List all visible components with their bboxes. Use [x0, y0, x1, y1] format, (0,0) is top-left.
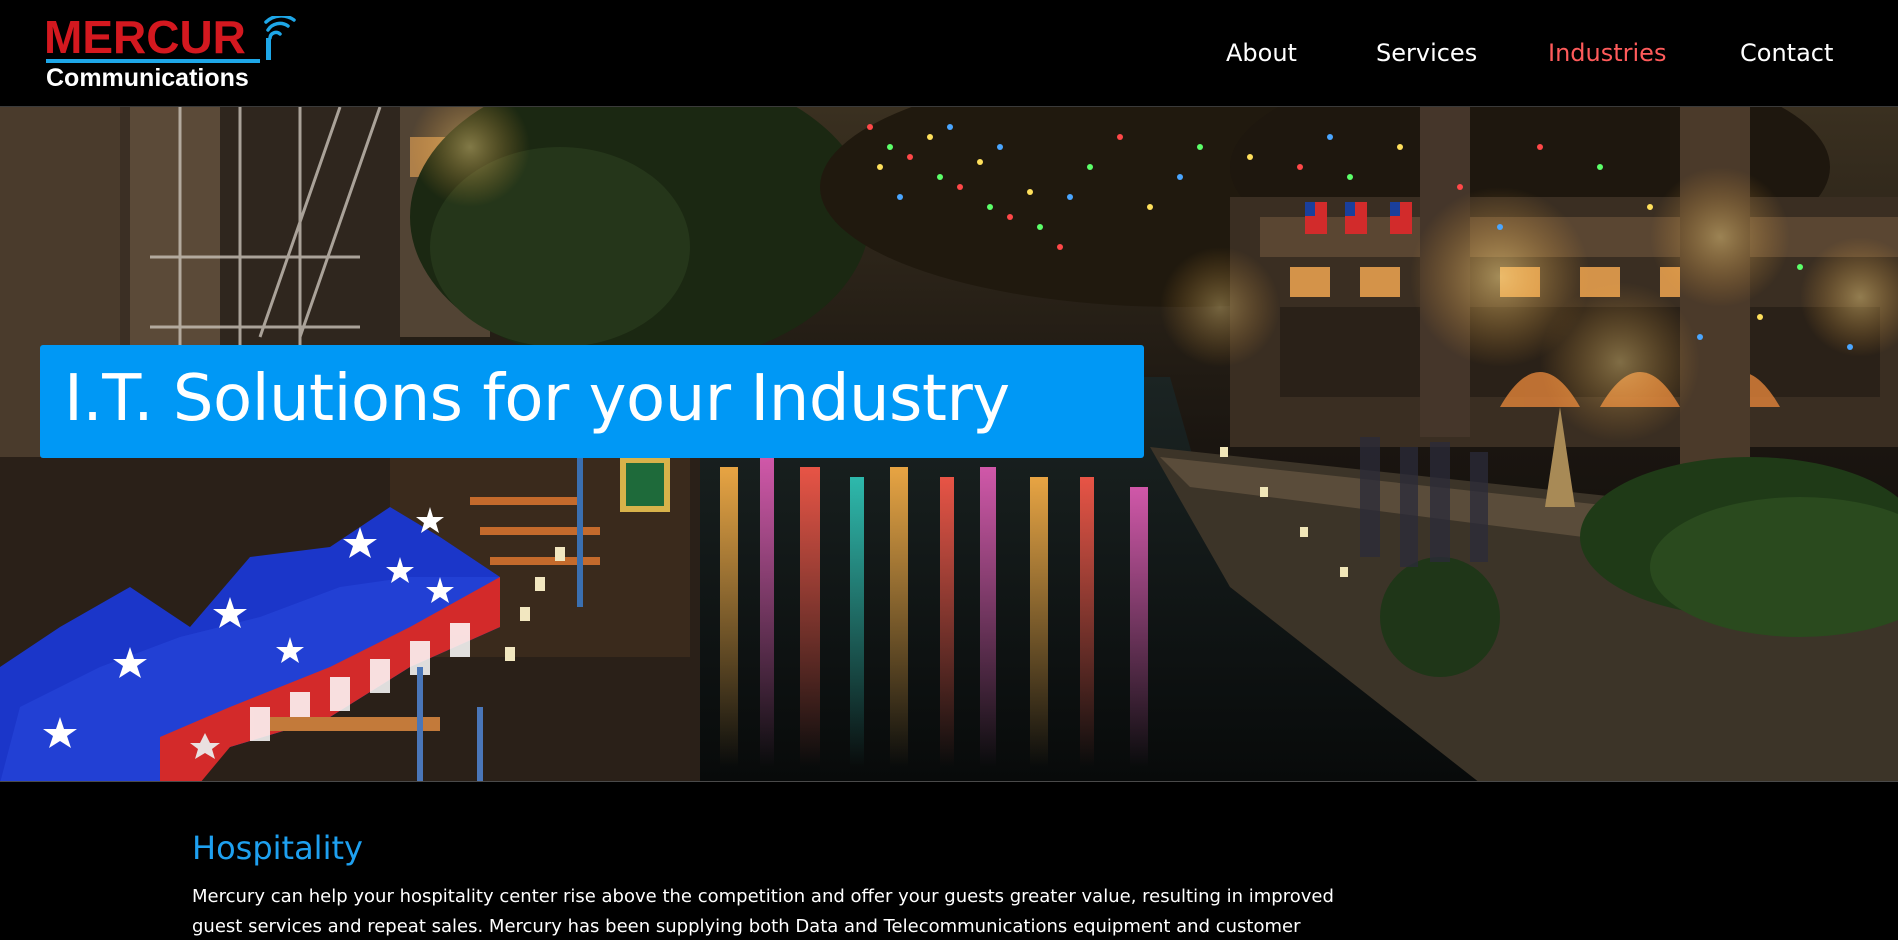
nav-item-services[interactable]: Services [1376, 36, 1477, 70]
site-header: MERCUR Communications About Services Ind… [0, 0, 1898, 106]
logo-wordmark: MERCUR [44, 11, 246, 63]
mercury-logo[interactable]: MERCUR Communications [44, 11, 296, 92]
nav-item-industries[interactable]: Industries [1548, 36, 1666, 70]
hero-title: I.T. Solutions for your Industry [64, 362, 1010, 436]
section-heading: Hospitality [192, 829, 363, 867]
nav-item-contact[interactable]: Contact [1740, 36, 1833, 70]
section-body: Mercury can help your hospitality center… [192, 886, 1334, 937]
hero-banner: I.T. Solutions for your Industry [0, 106, 1898, 782]
wifi-signal-icon [264, 16, 296, 60]
logo-subtitle: Communications [46, 64, 249, 92]
page: MERCUR Communications About Services Ind… [0, 0, 1898, 940]
hero-title-box: I.T. Solutions for your Industry [40, 345, 1144, 458]
logo-underline [46, 59, 260, 63]
nav-item-about[interactable]: About [1226, 36, 1297, 70]
industry-section: Hospitality Mercury can help your hospit… [192, 828, 1362, 940]
